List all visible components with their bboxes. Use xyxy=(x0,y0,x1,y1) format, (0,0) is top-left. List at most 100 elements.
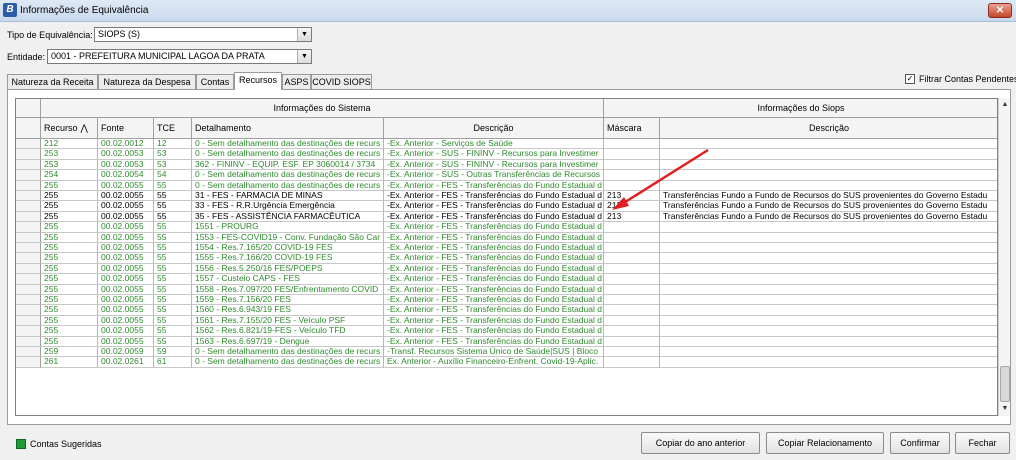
column-header-descricao[interactable]: Descrição xyxy=(384,118,604,139)
cell-descricao: -Ex. Anterior - FES - Transferências do … xyxy=(384,222,604,233)
scroll-thumb[interactable] xyxy=(1000,366,1010,402)
cell-descricao-siops xyxy=(660,285,997,295)
table-row[interactable]: 254 00.02.0054 54 0 - Sem detalhamento das … xyxy=(16,170,997,181)
table-row[interactable]: 255 00.02.0055 55 0 - Sem detalhamento das … xyxy=(16,180,997,191)
scroll-up-icon[interactable]: ▲ xyxy=(999,99,1011,111)
grid-corner xyxy=(16,99,41,118)
table-row[interactable]: 253 00.02.0053 53 362 - FININV - EQUIP. ESF… xyxy=(16,159,997,171)
cell-detalhamento: 1551 - PROURG xyxy=(192,222,384,233)
filter-pending-checkbox[interactable]: ✓ xyxy=(905,74,915,84)
tab-covid-siops[interactable]: COVID SIOPS xyxy=(311,74,372,90)
cell-mascara[interactable]: 213 xyxy=(604,211,660,223)
cell-mascara[interactable] xyxy=(604,170,660,181)
table-row[interactable]: 255 00.02.0055 55 1560 - Res.6.943/19 FES -E… xyxy=(16,305,997,316)
column-header-fonte[interactable]: Fonte xyxy=(98,118,154,139)
table-row[interactable]: 253 00.02.0053 53 0 - Sem detalhamento das … xyxy=(16,149,997,160)
cell-mascara[interactable] xyxy=(604,326,660,337)
cell-descricao-siops xyxy=(660,181,997,191)
cell-mascara[interactable] xyxy=(604,336,660,347)
table-row[interactable]: 255 00.02.0055 55 31 - FES - FARMACIA DE MI… xyxy=(16,191,997,202)
tab-recursos[interactable]: Recursos xyxy=(234,72,282,90)
cell-recurso: 255 xyxy=(41,191,98,202)
table-row[interactable]: 255 00.02.0055 55 1563 - Res.6.697/19 - Den… xyxy=(16,336,997,347)
cell-detalhamento: 1562 - Res.6.821/19-FES - Veículo TFD xyxy=(192,326,384,337)
scroll-down-icon[interactable]: ▼ xyxy=(999,403,1011,415)
close-dialog-button[interactable]: Fechar xyxy=(955,432,1010,454)
cell-mascara[interactable] xyxy=(604,274,660,285)
cell-recurso: 253 xyxy=(41,159,98,171)
group-header-siops: Informações do Siops xyxy=(604,99,997,118)
tab-asps[interactable]: ASPS xyxy=(282,74,311,90)
cell-detalhamento: 1555 - Res.7.166/20 COVID-19 FES xyxy=(192,253,384,264)
cell-mascara[interactable] xyxy=(604,305,660,316)
table-row[interactable]: 255 00.02.0055 55 1562 - Res.6.821/19-FES -… xyxy=(16,326,997,337)
close-button[interactable]: ✕ xyxy=(988,3,1012,18)
cell-tce: 59 xyxy=(154,347,192,358)
copy-relationship-button[interactable]: Copiar Relacionamento xyxy=(766,432,884,454)
cell-descricao-siops xyxy=(660,337,997,347)
table-row[interactable]: 261 00.02.0261 61 0 - Sem detalhamento das … xyxy=(16,357,997,368)
cell-mascara[interactable] xyxy=(604,159,660,171)
cell-descricao-siops xyxy=(660,253,997,264)
cell-mascara[interactable] xyxy=(604,357,660,368)
table-row[interactable]: 255 00.02.0055 55 1557 - Custeio CAPS - FES… xyxy=(16,274,997,285)
column-header-mascara[interactable]: Máscara xyxy=(604,118,660,139)
row-indicator xyxy=(16,315,41,327)
column-header-descricao-siops[interactable]: Descrição xyxy=(660,118,997,139)
table-row[interactable]: 255 00.02.0055 55 1556 - Res.5.250/16 FES/P… xyxy=(16,263,997,275)
table-row[interactable]: 212 00.02.0012 12 0 - Sem detalhamento das … xyxy=(16,139,997,150)
cell-recurso: 212 xyxy=(41,139,98,150)
cell-mascara[interactable] xyxy=(604,222,660,233)
column-header-detalhamento[interactable]: Detalhamento xyxy=(192,118,384,139)
cell-mascara[interactable] xyxy=(604,253,660,264)
cell-recurso: 255 xyxy=(41,232,98,243)
chevron-down-icon[interactable]: ▼ xyxy=(297,28,311,41)
column-header-tce[interactable]: TCE xyxy=(154,118,192,139)
table-row[interactable]: 255 00.02.0055 55 1558 - Res.7.097/20 FES/E… xyxy=(16,284,997,295)
cell-descricao: -Ex. Anterior - FES - Transferências do … xyxy=(384,305,604,316)
cell-detalhamento: 0 - Sem detalhamento das destinações de … xyxy=(192,170,384,181)
filter-pending-label: Filtrar Contas Pendentes xyxy=(919,74,1016,84)
tab-natureza-receita[interactable]: Natureza da Receita xyxy=(7,74,98,90)
cell-descricao: -Ex. Anterior - FES - Transferências do … xyxy=(384,295,604,306)
tab-natureza-despesa[interactable]: Natureza da Despesa xyxy=(98,74,196,90)
table-row[interactable]: 255 00.02.0055 55 1555 - Res.7.166/20 COVID… xyxy=(16,253,997,264)
confirm-button[interactable]: Confirmar xyxy=(890,432,950,454)
table-row[interactable]: 259 00.02.0059 59 0 - Sem detalhamento das … xyxy=(16,347,997,358)
cell-mascara[interactable] xyxy=(604,315,660,327)
copy-previous-year-button[interactable]: Copiar do ano anterior xyxy=(641,432,760,454)
cell-fonte: 00.02.0055 xyxy=(98,305,154,316)
tipo-equivalencia-select[interactable]: SIOPS (S) ▼ xyxy=(94,27,312,42)
cell-mascara[interactable] xyxy=(604,139,660,150)
cell-mascara[interactable] xyxy=(604,295,660,306)
cell-tce: 55 xyxy=(154,336,192,347)
entidade-select[interactable]: 0001 - PREFEITURA MUNICIPAL LAGOA DA PRA… xyxy=(47,49,312,64)
table-row[interactable]: 255 00.02.0055 55 35 - FES - ASSISTÊNCIA FA… xyxy=(16,211,997,223)
cell-mascara[interactable]: 213 xyxy=(604,191,660,202)
cell-mascara[interactable] xyxy=(604,243,660,254)
cell-mascara[interactable] xyxy=(604,284,660,295)
cell-fonte: 00.02.0055 xyxy=(98,274,154,285)
vertical-scrollbar[interactable]: ▲ ▼ xyxy=(998,98,1010,416)
table-row[interactable]: 255 00.02.0055 55 1559 - Res.7.156/20 FES -E… xyxy=(16,295,997,306)
cell-descricao-siops xyxy=(660,243,997,254)
title-bar: B Informações de Equivalência ✕ xyxy=(0,0,1016,22)
cell-mascara[interactable] xyxy=(604,149,660,160)
table-row[interactable]: 255 00.02.0055 55 1554 - Res.7.165/20 COVID… xyxy=(16,243,997,254)
cell-mascara[interactable] xyxy=(604,180,660,191)
tab-contas[interactable]: Contas xyxy=(196,74,234,90)
table-row[interactable]: 255 00.02.0055 55 33 - FES - R.R.Urgência E… xyxy=(16,201,997,212)
row-indicator xyxy=(16,139,41,150)
cell-mascara[interactable] xyxy=(604,232,660,243)
cell-mascara[interactable] xyxy=(604,263,660,275)
chevron-down-icon[interactable]: ▼ xyxy=(297,50,311,63)
table-row[interactable]: 255 00.02.0055 55 1553 - FES-COVID19 - Conv… xyxy=(16,232,997,243)
table-row[interactable]: 255 00.02.0055 55 1551 - PROURG -Ex. Anterio… xyxy=(16,222,997,233)
row-indicator xyxy=(16,201,41,212)
table-row[interactable]: 255 00.02.0055 55 1561 - Res.7.155/20 FES -… xyxy=(16,315,997,327)
cell-descricao-siops xyxy=(660,274,997,285)
cell-mascara[interactable]: 213 xyxy=(604,201,660,212)
cell-mascara[interactable] xyxy=(604,347,660,358)
cell-recurso: 255 xyxy=(41,326,98,337)
column-header-recurso[interactable]: Recurso ⋀ xyxy=(41,118,98,139)
